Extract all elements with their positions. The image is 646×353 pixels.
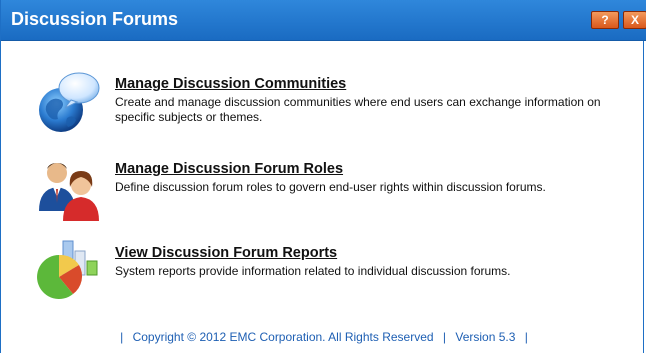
manage-roles-description: Define discussion forum roles to govern … xyxy=(115,180,546,194)
copyright-text: Copyright © 2012 EMC Corporation. All Ri… xyxy=(132,330,434,344)
manage-roles-item: Manage Discussion Forum Roles Define dis… xyxy=(35,161,625,231)
manage-roles-link[interactable]: Manage Discussion Forum Roles xyxy=(115,161,343,177)
window-title: Discussion Forums xyxy=(11,9,179,29)
close-button[interactable]: X xyxy=(623,11,646,29)
help-button[interactable]: ? xyxy=(591,11,619,29)
users-roles-icon xyxy=(39,163,99,221)
footer-separator: | xyxy=(524,330,528,344)
view-reports-description: System reports provide information relat… xyxy=(115,264,511,278)
view-reports-link[interactable]: View Discussion Forum Reports xyxy=(115,245,337,261)
reports-chart-icon xyxy=(37,240,98,299)
manage-communities-item: Manage Discussion Communities Create and… xyxy=(35,72,625,146)
footer: | Copyright © 2012 EMC Corporation. All … xyxy=(1,330,646,344)
manage-communities-link[interactable]: Manage Discussion Communities xyxy=(115,76,346,92)
version-text: Version 5.3 xyxy=(455,330,516,344)
globe-chat-icon xyxy=(39,72,100,132)
view-reports-item: View Discussion Forum Reports System rep… xyxy=(35,240,625,315)
manage-communities-description: Create and manage discussion communities… xyxy=(115,95,601,124)
discussion-forums-window: Discussion Forums ? X Manage Discussion … xyxy=(0,0,646,353)
footer-separator: | xyxy=(442,330,447,344)
title-bar: Discussion Forums ? X xyxy=(1,0,646,41)
footer-separator: | xyxy=(120,330,124,344)
